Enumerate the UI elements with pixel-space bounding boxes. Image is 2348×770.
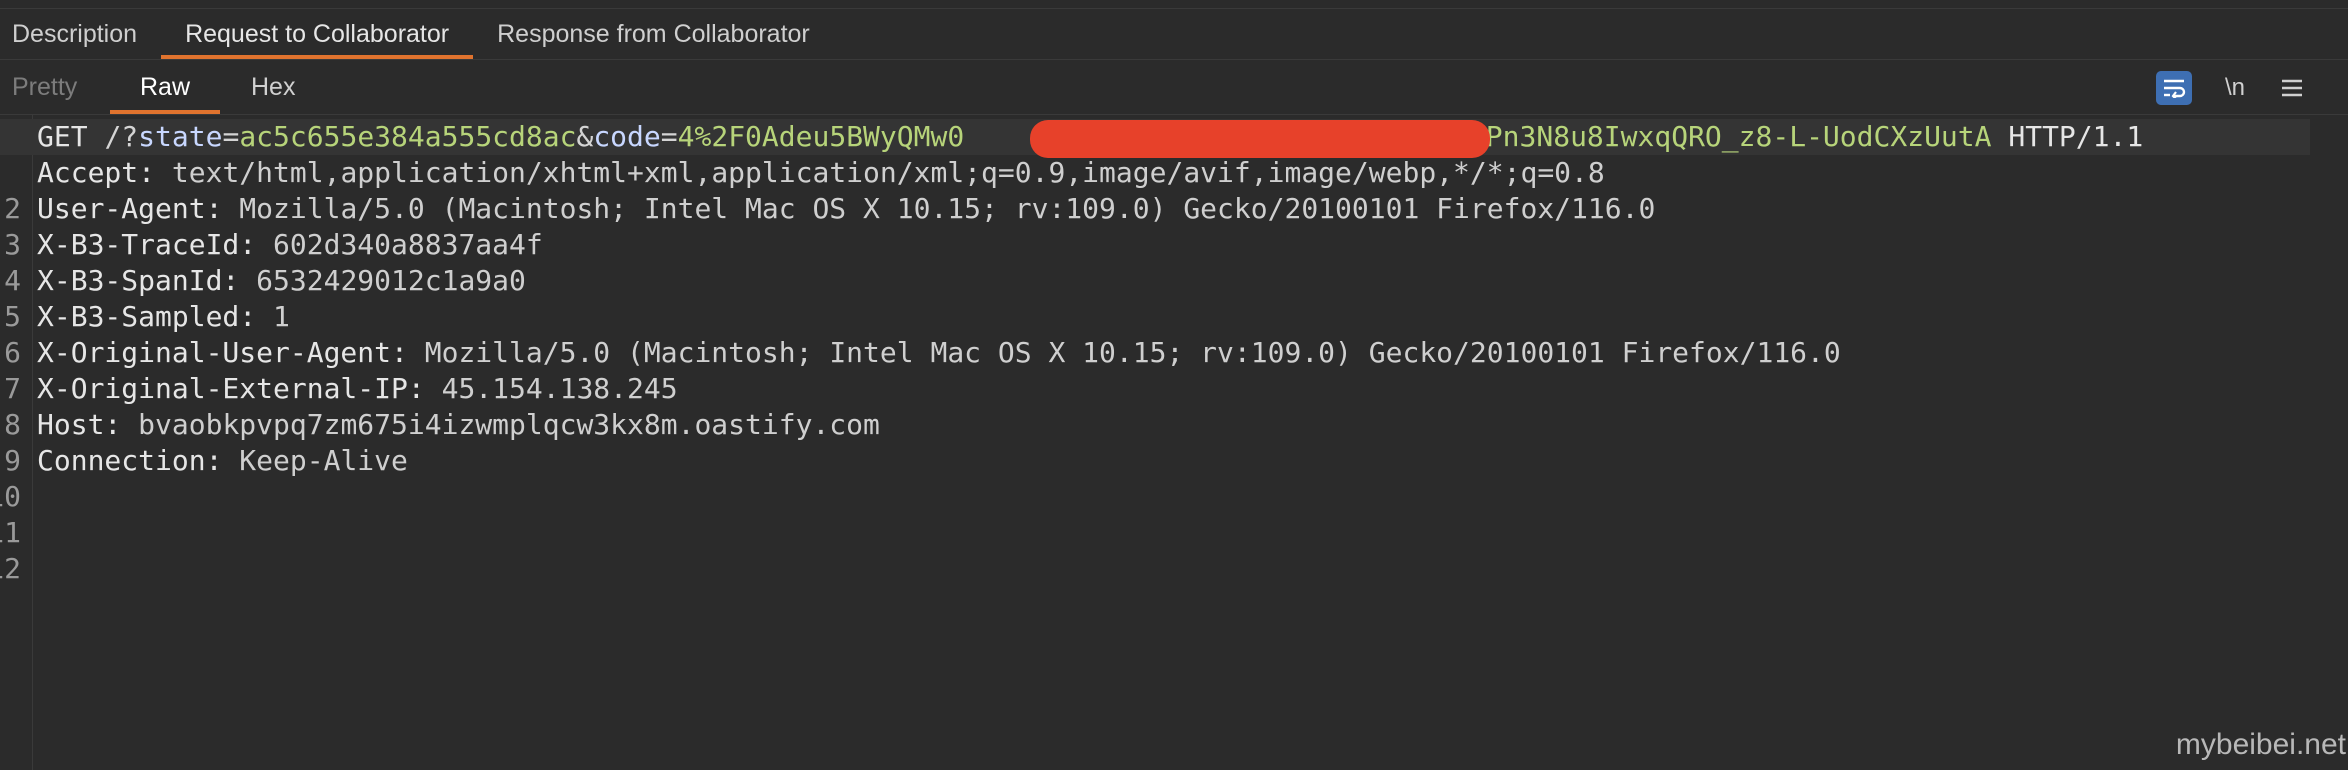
tab-hex[interactable]: Hex <box>251 60 295 114</box>
header-line: 7 X-Original-User-Agent: Mozilla/5.0 (Ma… <box>0 335 2348 405</box>
window-top-strip <box>0 0 2348 9</box>
tab-response-from-collaborator[interactable]: Response from Collaborator <box>473 9 834 59</box>
view-mode-tabs: Pretty Raw Hex \n <box>0 60 2348 115</box>
header-name: Host: <box>37 408 122 441</box>
header-value: 1 <box>273 300 290 333</box>
tab-description[interactable]: Description <box>0 9 161 59</box>
header-line: 5 X-B3-SpanId: 6532429012c1a9a0 <box>0 263 2348 333</box>
wrap-lines-icon <box>2164 79 2186 98</box>
redaction-mark <box>1030 120 1490 158</box>
header-line: 3 User-Agent: Mozilla/5.0 (Macintosh; In… <box>0 191 2348 261</box>
message-tabs: Description Request to Collaborator Resp… <box>0 9 2348 60</box>
header-line: 10 Connection: Keep-Alive <box>0 443 2348 513</box>
tab-pretty[interactable]: Pretty <box>12 60 77 114</box>
header-value: Keep-Alive <box>239 444 408 477</box>
show-newlines-button[interactable]: \n <box>2218 71 2252 105</box>
raw-request-editor[interactable]: 1 GET /?state=ac5c655e384a555cd8ac&code=… <box>0 115 2348 770</box>
header-value: Mozilla/5.0 (Macintosh; Intel Mac OS X 1… <box>424 336 1841 369</box>
header-name: X-Original-User-Agent: <box>37 336 408 369</box>
header-name: X-B3-Sampled: <box>37 300 257 333</box>
header-name: X-B3-SpanId: <box>37 264 240 297</box>
watermark: mybeibei.net <box>2175 728 2346 761</box>
header-value: 602d340a8837aa4f <box>273 228 543 261</box>
header-name: Accept: <box>37 156 156 189</box>
empty-line: 11 <box>0 479 2348 549</box>
hamburger-menu-icon <box>2282 79 2302 97</box>
wrap-lines-button[interactable] <box>2156 71 2192 105</box>
header-line: 9 Host: bvaobkpvpq7zm675i4izwmplqcw3kx8m… <box>0 407 2348 477</box>
header-line: 6 X-B3-Sampled: 1 <box>0 299 2348 369</box>
header-name: X-Original-External-IP: <box>37 372 425 405</box>
line-number: 12 <box>0 552 21 585</box>
request-line: 1 GET /?state=ac5c655e384a555cd8ac&code=… <box>0 119 2310 158</box>
header-value: text/html,application/xhtml+xml,applicat… <box>171 156 1605 189</box>
header-name: X-B3-TraceId: <box>37 228 257 261</box>
empty-line: 12 <box>0 515 2348 585</box>
header-name: User-Agent: <box>37 192 223 225</box>
header-value: 6532429012c1a9a0 <box>256 264 526 297</box>
options-menu-button[interactable] <box>2275 71 2309 105</box>
header-value: 45.154.138.245 <box>441 372 678 405</box>
tab-request-to-collaborator[interactable]: Request to Collaborator <box>161 9 474 59</box>
header-line: 2 Accept: text/html,application/xhtml+xm… <box>0 155 2348 225</box>
header-line: 8 X-Original-External-IP: 45.154.138.245 <box>0 371 2348 441</box>
header-line: 4 X-B3-TraceId: 602d340a8837aa4f <box>0 227 2348 297</box>
header-value: Mozilla/5.0 (Macintosh; Intel Mac OS X 1… <box>239 192 1656 225</box>
header-name: Connection: <box>37 444 223 477</box>
tab-raw[interactable]: Raw <box>109 60 221 114</box>
header-value: bvaobkpvpq7zm675i4izwmplqcw3kx8m.oastify… <box>138 408 880 441</box>
